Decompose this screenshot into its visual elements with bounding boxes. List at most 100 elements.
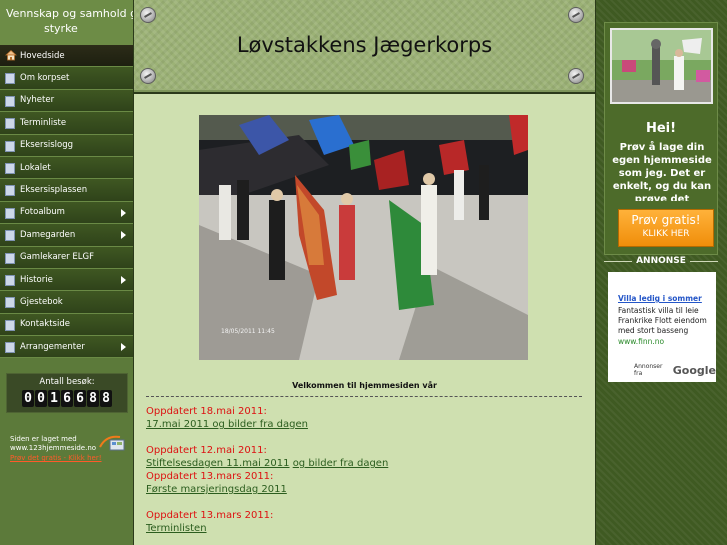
- sidebar-item-eksersislogg[interactable]: Eksersislogg: [0, 134, 133, 157]
- sidebar-item-damegarden[interactable]: Damegarden: [0, 224, 133, 247]
- ad-footer-text: Annonser fra: [634, 363, 663, 377]
- builder-logo-icon: [98, 433, 126, 453]
- screw-icon: [140, 7, 156, 23]
- sidebar-nav: Hovedside Om korpset Nyheter Terminliste…: [0, 45, 133, 359]
- screw-icon: [568, 68, 584, 84]
- welcome-text: Velkommen til hjemmesiden vår: [292, 381, 437, 390]
- screw-icon: [140, 68, 156, 84]
- page-icon: [5, 185, 15, 197]
- page-icon: [5, 230, 15, 242]
- click-here-label: KLIKK HER: [642, 229, 690, 239]
- page-icon: [5, 140, 15, 152]
- slogan-line-2: styrke: [44, 22, 78, 35]
- try-free-button[interactable]: Prøv gratis! KLIKK HER: [618, 209, 714, 247]
- main-content: 18/05/2011 11:45 Velkommen til hjemmesid…: [134, 94, 595, 545]
- page-icon: [5, 252, 15, 264]
- sidebar-item-gjestebok[interactable]: Gjestebok: [0, 291, 133, 314]
- ad-footer: Annonser fra Google: [634, 363, 716, 377]
- counter-digit: 6: [61, 390, 73, 407]
- sidebar-item-label: Kontaktside: [20, 319, 70, 330]
- sidebar-item-label: Om korpset: [20, 73, 70, 84]
- update-title: Oppdatert 13.mars 2011:: [146, 510, 274, 521]
- visitor-counter: Antall besøk: 0 0 1 6 6 8 8: [6, 373, 128, 413]
- sidebar-item-label: Terminliste: [20, 117, 67, 128]
- counter-digit: 8: [87, 390, 99, 407]
- sidebar-item-label: Eksersisplassen: [20, 185, 88, 196]
- counter-digit: 1: [48, 390, 60, 407]
- sidebar-item-historie[interactable]: Historie: [0, 268, 133, 292]
- sidebar-item-label: Fotoalbum: [20, 207, 65, 218]
- submenu-arrow-icon: [121, 231, 126, 240]
- site-slogan: Vennskap og samhold gir styrke: [0, 0, 133, 45]
- submenu-arrow-icon: [121, 208, 126, 217]
- promo-heading: Hei!: [645, 121, 677, 136]
- counter-label: Antall besøk:: [39, 377, 95, 387]
- page-icon: [5, 297, 15, 309]
- page-title: Løvstakkens Jægerkorps: [236, 33, 493, 57]
- parade-photo: 18/05/2011 11:45: [199, 115, 528, 360]
- promo-box: Hei! Prøv å lage din egen hjemmeside som…: [604, 22, 718, 255]
- google-ad[interactable]: Villa ledig i sommer Fantastisk villa ti…: [608, 272, 716, 382]
- sidebar-item-kontaktside[interactable]: Kontaktside: [0, 313, 133, 337]
- sidebar-item-label: Nyheter: [20, 95, 55, 106]
- submenu-arrow-icon: [121, 343, 126, 352]
- google-logo: Google: [672, 363, 716, 377]
- sidebar-item-label: Gamlekarer ELGF: [20, 252, 94, 263]
- home-icon: [4, 49, 18, 61]
- page-icon: [5, 319, 15, 331]
- sidebar: Vennskap og samhold gir styrke Hovedside…: [0, 0, 133, 545]
- counter-digit: 6: [74, 390, 86, 407]
- sidebar-item-om-korpset[interactable]: Om korpset: [0, 67, 133, 90]
- submenu-arrow-icon: [121, 275, 126, 284]
- divider: [146, 396, 582, 397]
- sidebar-item-gamlekarer-elgf[interactable]: Gamlekarer ELGF: [0, 246, 133, 269]
- page-icon: [5, 95, 15, 107]
- promo-photo: [610, 28, 713, 104]
- sidebar-item-arrangementer[interactable]: Arrangementer: [0, 336, 133, 359]
- counter-digit: 0: [35, 390, 47, 407]
- page-icon: [5, 118, 15, 130]
- page-icon: [5, 162, 15, 174]
- page-icon: [5, 73, 15, 85]
- page-icon: [5, 342, 15, 354]
- sidebar-item-terminliste[interactable]: Terminliste: [0, 112, 133, 135]
- counter-digits: 0 0 1 6 6 8 8: [7, 390, 127, 407]
- update-link[interactable]: 17.mai 2011 og bilder fra dagen: [146, 418, 308, 431]
- credit-link[interactable]: Prøv det gratis - Klikk her!: [10, 453, 128, 463]
- screw-icon: [568, 7, 584, 23]
- sidebar-item-lokalet[interactable]: Lokalet: [0, 156, 133, 180]
- site-credit: Siden er laget med www.123hjemmeside.no …: [10, 433, 128, 469]
- sidebar-item-label: Arrangementer: [20, 341, 85, 352]
- site-header: Løvstakkens Jægerkorps: [134, 0, 595, 92]
- ad-label: ANNONSE: [636, 256, 686, 266]
- promo-text: Prøv å lage din egen hjemmeside som jeg.…: [612, 142, 712, 201]
- sidebar-item-label: Damegarden: [20, 229, 76, 240]
- page: Vennskap og samhold gir styrke Hovedside…: [0, 0, 727, 545]
- svg-text:18/05/2011 11:45: 18/05/2011 11:45: [221, 328, 275, 335]
- slogan-line-1: Vennskap og samhold gir: [6, 7, 133, 20]
- update-link[interactable]: Første marsjeringsdag 2011: [146, 483, 287, 496]
- counter-digit: 0: [22, 390, 34, 407]
- update-title: Oppdatert 13.mars 2011:: [146, 471, 274, 482]
- update-link[interactable]: Stiftelsesdagen 11.mai 2011: [146, 457, 290, 470]
- try-free-label: Prøv gratis!: [631, 213, 701, 227]
- sidebar-item-label: Lokalet: [20, 162, 51, 173]
- page-icon: [5, 274, 15, 286]
- ad-url[interactable]: www.finn.no: [618, 337, 664, 346]
- sidebar-item-eksersisplassen[interactable]: Eksersisplassen: [0, 179, 133, 202]
- ad-label-row: ANNONSE: [604, 256, 718, 268]
- ad-title[interactable]: Villa ledig i sommer: [618, 294, 702, 303]
- right-column: Hei! Prøv å lage din egen hjemmeside som…: [596, 0, 727, 545]
- update-title: Oppdatert 18.mai 2011:: [146, 406, 267, 417]
- sidebar-item-label: Hovedside: [20, 50, 65, 61]
- sidebar-item-fotoalbum[interactable]: Fotoalbum: [0, 201, 133, 225]
- sidebar-item-nyheter[interactable]: Nyheter: [0, 89, 133, 113]
- sidebar-item-label: Eksersislogg: [20, 140, 74, 151]
- updates-list: Oppdatert 18.mai 2011: 17.mai 2011 og bi…: [146, 405, 586, 535]
- counter-digit: 8: [100, 390, 112, 407]
- update-link[interactable]: Terminlisten: [146, 522, 207, 535]
- sidebar-item-hovedside[interactable]: Hovedside: [0, 45, 133, 68]
- update-link[interactable]: og bilder fra dagen: [293, 457, 389, 470]
- update-title: Oppdatert 12.mai 2011:: [146, 445, 267, 456]
- page-icon: [5, 207, 15, 219]
